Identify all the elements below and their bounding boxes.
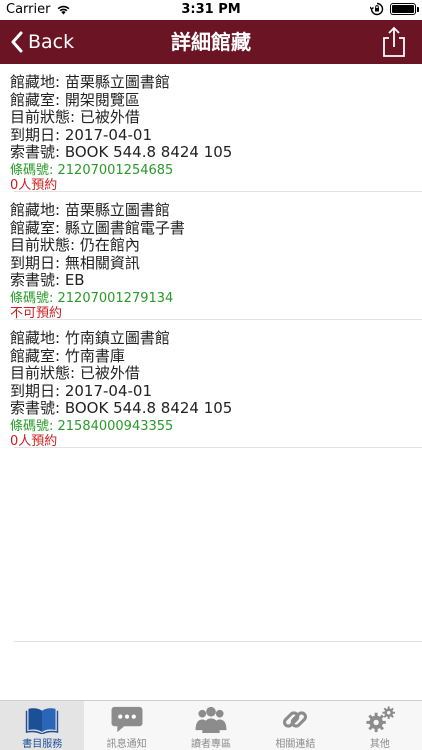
status-line: 目前狀態: 已被外借 [10,108,140,126]
chat-bubble-icon [111,706,143,733]
tab-label: 其他 [369,739,390,750]
tab-label: 訊息通知 [106,739,147,750]
users-icon [195,706,227,734]
holding-record[interactable]: 館藏地: 竹南鎮立圖書館 館藏室: 竹南書庫 目前狀態: 已被外借 到期日: 2… [0,320,422,449]
tab-label: 讀者專區 [191,739,232,750]
tab-notifications[interactable]: 訊息通知 [84,701,168,750]
share-icon[interactable] [380,26,408,58]
status-right [370,2,419,16]
empty-row-divider [14,641,422,642]
status-time: 3:31 PM [181,2,241,17]
tab-label: 相關連結 [275,739,316,750]
holding-record[interactable]: 館藏地: 苗栗縣立圖書館 館藏室: 縣立圖書館電子書 目前狀態: 仍在館內 到期… [0,192,422,321]
status-line: 目前狀態: 已被外借 [10,364,140,382]
tab-label: 書目服務 [22,739,63,750]
barcode-line: 條碼號: 21207001279134 [10,290,174,306]
tab-related-links[interactable]: 相關連結 [253,701,337,750]
book-icon [26,708,59,734]
call-number-line: 索書號: BOOK 544.8 8424 105 [10,399,233,417]
holdings-list[interactable]: 館藏地: 苗栗縣立圖書館 館藏室: 開架閱覽區 目前狀態: 已被外借 到期日: … [0,64,422,700]
due-date-line: 到期日: 無相關資訊 [10,253,140,272]
call-number-line: 索書號: BOOK 544.8 8424 105 [10,143,233,161]
battery-icon [390,3,419,15]
status-bar: Carrier 3:31 PM [0,0,422,20]
gears-icon [366,706,395,733]
due-date-line: 到期日: 2017-04-01 [10,125,152,144]
row-divider [14,447,422,448]
orientation-lock-icon [370,2,384,16]
location-line: 館藏地: 苗栗縣立圖書館 [10,73,170,91]
tab-other[interactable]: 其他 [338,701,422,750]
call-number-line: 索書號: EB [10,271,85,289]
navigation-bar: Back 詳細館藏 [0,20,422,64]
tab-bar: 書目服務 訊息通知 讀者專區 相關連結 其他 [0,700,422,750]
barcode-line: 條碼號: 21207001254685 [10,162,174,178]
holding-record[interactable]: 館藏地: 苗栗縣立圖書館 館藏室: 開架閱覽區 目前狀態: 已被外借 到期日: … [0,64,422,193]
room-line: 館藏室: 開架閱覽區 [10,90,140,109]
location-line: 館藏地: 竹南鎮立圖書館 [10,329,170,347]
barcode-line: 條碼號: 21584000943355 [10,418,174,434]
link-icon [283,711,308,728]
status-line: 目前狀態: 仍在館內 [10,236,140,254]
room-line: 館藏室: 縣立圖書館電子書 [10,218,185,237]
location-line: 館藏地: 苗栗縣立圖書館 [10,201,170,219]
due-date-line: 到期日: 2017-04-01 [10,381,152,400]
page-title: 詳細館藏 [171,30,251,54]
tab-reader-area[interactable]: 讀者專區 [169,701,253,750]
tab-bibliographic-services[interactable]: 書目服務 [0,701,85,750]
room-line: 館藏室: 竹南書庫 [10,346,125,365]
